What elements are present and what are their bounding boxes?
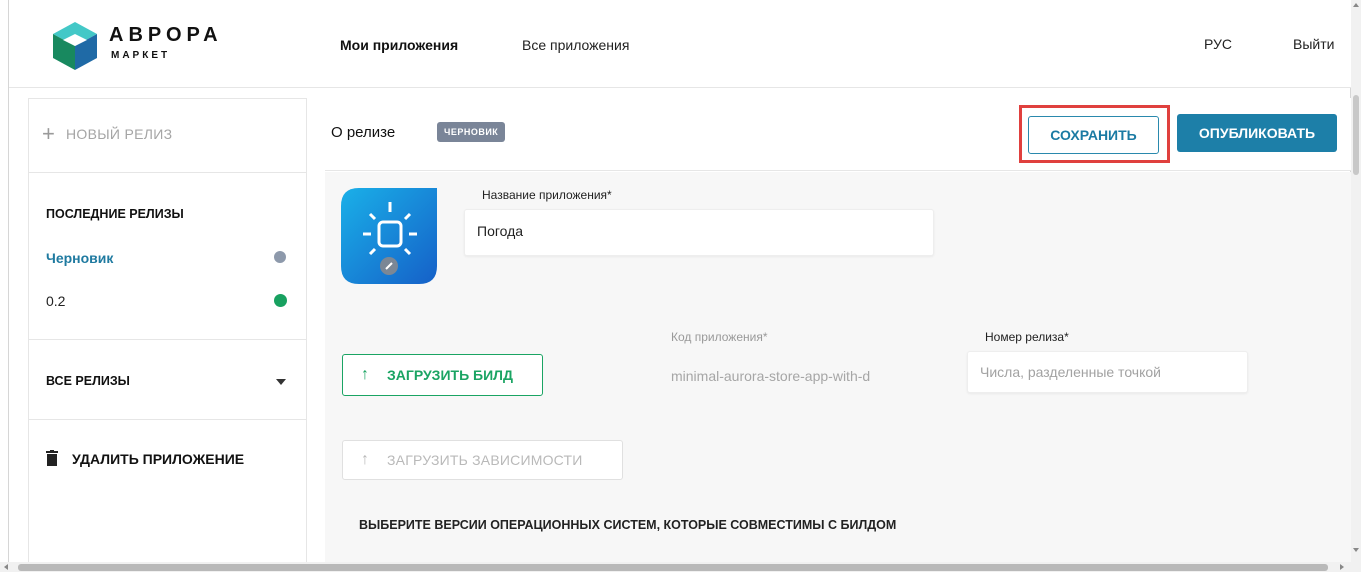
arrow-up-icon: ↑ <box>361 366 369 383</box>
plus-icon: + <box>42 121 55 146</box>
app-code-value: minimal-aurora-store-app-with-d <box>671 368 871 384</box>
divider <box>29 339 306 340</box>
all-releases-toggle[interactable]: ВСЕ РЕЛИЗЫ <box>46 374 130 388</box>
page-title: О релизе <box>331 124 396 141</box>
sidebar-item-0-2[interactable]: 0.2 <box>46 293 65 309</box>
upload-deps-label: ЗАГРУЗИТЬ ЗАВИСИМОСТИ <box>387 452 583 468</box>
horizontal-scrollbar[interactable] <box>0 562 1351 572</box>
scroll-thumb[interactable] <box>1353 95 1359 175</box>
release-number-placeholder: Числа, разделенные точкой <box>980 364 1161 380</box>
divider <box>29 419 306 420</box>
aurora-cube-logo-icon <box>53 22 97 70</box>
new-release-button[interactable]: + НОВЫЙ РЕЛИЗ <box>29 99 306 173</box>
release-number-input[interactable]: Числа, разделенные точкой <box>967 351 1248 393</box>
scroll-up-icon[interactable] <box>1353 3 1359 7</box>
nav-all-apps[interactable]: Все приложения <box>522 37 629 53</box>
arrow-up-icon: ↑ <box>361 451 369 468</box>
release-header: О релизе ЧЕРНОВИК СОХРАНИТЬ ОПУБЛИКОВАТЬ <box>325 98 1351 171</box>
upload-build-button[interactable]: ↑ ЗАГРУЗИТЬ БИЛД <box>342 354 543 396</box>
brand-logo[interactable]: АВРОРА МАРКЕТ <box>49 20 309 70</box>
app-name-input[interactable]: Погода <box>464 209 934 256</box>
status-badge: ЧЕРНОВИК <box>437 122 506 142</box>
draft-status-dot <box>274 251 286 263</box>
app-name-value: Погода <box>477 223 524 239</box>
app-code-label: Код приложения* <box>671 330 768 344</box>
brand-subtitle: МАРКЕТ <box>111 50 171 61</box>
sidebar-item-draft[interactable]: Черновик <box>46 250 113 266</box>
publish-button[interactable]: ОПУБЛИКОВАТЬ <box>1177 114 1337 152</box>
upload-dependencies-button[interactable]: ↑ ЗАГРУЗИТЬ ЗАВИСИМОСТИ <box>342 440 623 480</box>
caret-down-icon[interactable] <box>276 379 286 385</box>
scroll-left-icon[interactable] <box>4 564 8 570</box>
published-status-dot <box>274 294 287 307</box>
scroll-right-icon[interactable] <box>1340 564 1344 570</box>
logout-link[interactable]: Выйти <box>1293 36 1334 52</box>
upload-build-label: ЗАГРУЗИТЬ БИЛД <box>387 367 513 383</box>
new-release-label: НОВЫЙ РЕЛИЗ <box>66 126 173 142</box>
vertical-scrollbar[interactable] <box>1351 0 1361 572</box>
release-form: Название приложения* Погода ↑ ЗАГРУЗИТЬ … <box>325 172 1351 562</box>
recent-releases-title: ПОСЛЕДНИЕ РЕЛИЗЫ <box>46 207 184 221</box>
delete-app-label: УДАЛИТЬ ПРИЛОЖЕНИЕ <box>72 451 245 467</box>
save-button[interactable]: СОХРАНИТЬ <box>1028 116 1159 154</box>
brand-title: АВРОРА <box>109 24 223 46</box>
release-number-label: Номер релиза* <box>985 330 1069 344</box>
app-name-label: Название приложения* <box>482 188 612 202</box>
nav-my-apps[interactable]: Мои приложения <box>340 37 458 53</box>
scroll-thumb[interactable] <box>18 564 1328 571</box>
scroll-down-icon[interactable] <box>1353 548 1359 552</box>
release-sidebar: + НОВЫЙ РЕЛИЗ ПОСЛЕДНИЕ РЕЛИЗЫ Черновик … <box>28 98 307 568</box>
top-header: АВРОРА МАРКЕТ Мои приложения Все приложе… <box>9 0 1351 88</box>
trash-icon <box>46 450 58 466</box>
weather-app-icon[interactable] <box>341 188 437 284</box>
language-switch[interactable]: РУС <box>1204 36 1232 52</box>
os-versions-title: ВЫБЕРИТЕ ВЕРСИИ ОПЕРАЦИОННЫХ СИСТЕМ, КОТ… <box>359 518 897 532</box>
